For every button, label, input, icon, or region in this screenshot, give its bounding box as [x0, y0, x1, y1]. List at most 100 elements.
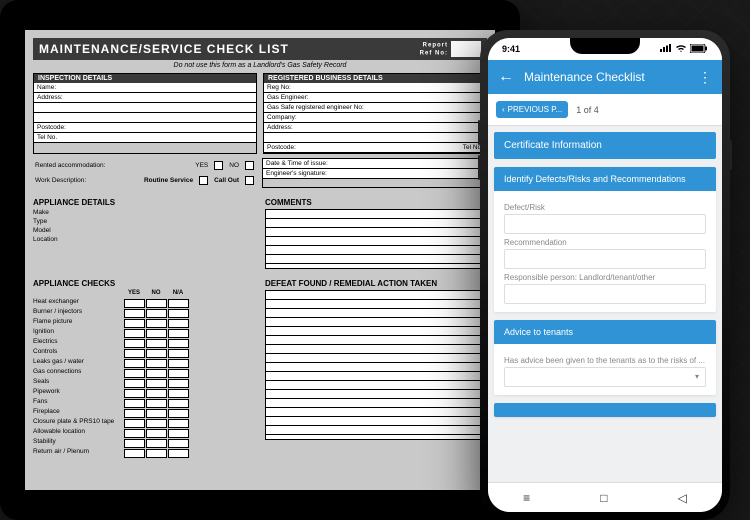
comments-area[interactable] [265, 209, 487, 269]
gas-engineer[interactable]: Gas Engineer: [264, 93, 486, 103]
check-no[interactable] [146, 359, 167, 368]
check-na[interactable] [168, 399, 189, 408]
check-no[interactable] [146, 339, 167, 348]
nav-back-icon[interactable]: ◁ [678, 491, 687, 505]
phone-notch [570, 38, 640, 54]
check-yes[interactable] [124, 399, 145, 408]
defect-risk-label: Defect/Risk [504, 203, 706, 212]
rented-row: Rented accommodation: YES NO [33, 158, 256, 173]
check-na[interactable] [168, 349, 189, 358]
inspection-details-box: INSPECTION DETAILS Name: Address: Postco… [33, 73, 257, 154]
check-na[interactable] [168, 429, 189, 438]
signal-icon [660, 44, 672, 54]
previous-page-button[interactable]: ‹ PREVIOUS P... [496, 101, 568, 118]
table-row: Burner / injectors [33, 308, 255, 318]
check-yes[interactable] [124, 299, 145, 308]
form-subtitle: Do not use this form as a Landlord's Gas… [33, 60, 487, 73]
check-yes[interactable] [124, 369, 145, 378]
inspection-address[interactable]: Address: [34, 93, 256, 103]
form-title-bar: MAINTENANCE/SERVICE CHECK LIST Report Re… [33, 38, 487, 60]
phone-content[interactable]: Certificate Information Identify Defects… [488, 126, 722, 482]
check-no[interactable] [146, 349, 167, 358]
recommendation-label: Recommendation [504, 238, 706, 247]
date-time[interactable]: Date & Time of issue: [263, 159, 486, 169]
inspection-postcode[interactable]: Postcode: [34, 123, 256, 133]
company[interactable]: Company: [264, 113, 486, 123]
rented-no-checkbox[interactable] [245, 161, 254, 170]
check-yes[interactable] [124, 339, 145, 348]
check-no[interactable] [146, 399, 167, 408]
check-yes[interactable] [124, 409, 145, 418]
phone-screen: 9:41 ← Maintenance Checklist ⋮ ‹ PREVI [488, 38, 722, 512]
recommendation-input[interactable] [504, 249, 706, 269]
phone-device: 9:41 ← Maintenance Checklist ⋮ ‹ PREVI [480, 30, 730, 520]
check-yes[interactable] [124, 439, 145, 448]
responsible-person-input[interactable] [504, 284, 706, 304]
check-yes[interactable] [124, 309, 145, 318]
callout-checkbox[interactable] [245, 176, 254, 185]
check-na[interactable] [168, 319, 189, 328]
sub-app-bar: ‹ PREVIOUS P... 1 of 4 [488, 94, 722, 126]
check-na[interactable] [168, 309, 189, 318]
advice-select[interactable] [504, 367, 706, 387]
check-yes[interactable] [124, 349, 145, 358]
registered-header: REGISTERED BUSINESS DETAILS [264, 74, 486, 83]
defeat-area[interactable] [265, 290, 487, 440]
check-na[interactable] [168, 439, 189, 448]
rented-yes-checkbox[interactable] [214, 161, 223, 170]
check-no[interactable] [146, 389, 167, 398]
check-yes[interactable] [124, 329, 145, 338]
check-yes[interactable] [124, 419, 145, 428]
check-yes[interactable] [124, 389, 145, 398]
check-no[interactable] [146, 379, 167, 388]
table-row: Controls [33, 348, 255, 358]
check-yes[interactable] [124, 319, 145, 328]
advice-header: Advice to tenants [494, 320, 716, 344]
check-yes[interactable] [124, 429, 145, 438]
check-no[interactable] [146, 329, 167, 338]
check-na[interactable] [168, 379, 189, 388]
check-no[interactable] [146, 429, 167, 438]
check-no[interactable] [146, 299, 167, 308]
routine-checkbox[interactable] [199, 176, 208, 185]
check-yes[interactable] [124, 379, 145, 388]
gas-safe-no[interactable]: Gas Safe registered engineer No: [264, 103, 486, 113]
page-counter: 1 of 4 [576, 105, 599, 115]
appliance-checks-table: YES NO N/A [33, 290, 255, 298]
defect-risk-input[interactable] [504, 214, 706, 234]
check-no[interactable] [146, 419, 167, 428]
check-na[interactable] [168, 329, 189, 338]
check-na[interactable] [168, 339, 189, 348]
chevron-left-icon: ‹ [502, 105, 505, 114]
check-no[interactable] [146, 319, 167, 328]
table-row: Heat exchanger [33, 298, 255, 308]
table-row: Seals [33, 378, 255, 388]
check-no[interactable] [146, 309, 167, 318]
check-na[interactable] [168, 389, 189, 398]
nav-home-icon[interactable]: □ [600, 491, 607, 505]
signature[interactable]: Engineer's signature: [263, 169, 486, 179]
check-no[interactable] [146, 409, 167, 418]
nav-recent-icon[interactable]: ≡ [523, 491, 530, 505]
menu-dots-icon[interactable]: ⋮ [698, 69, 712, 86]
check-na[interactable] [168, 449, 189, 458]
battery-icon [690, 44, 708, 55]
check-na[interactable] [168, 299, 189, 308]
paper-form: MAINTENANCE/SERVICE CHECK LIST Report Re… [25, 30, 495, 490]
check-na[interactable] [168, 369, 189, 378]
check-no[interactable] [146, 369, 167, 378]
reg-address[interactable]: Address: [264, 123, 486, 133]
back-icon[interactable]: ← [498, 68, 514, 86]
check-no[interactable] [146, 439, 167, 448]
advice-card: Advice to tenants Has advice been given … [494, 320, 716, 395]
check-yes[interactable] [124, 359, 145, 368]
reg-no[interactable]: Reg No: [264, 83, 486, 93]
check-na[interactable] [168, 409, 189, 418]
check-na[interactable] [168, 359, 189, 368]
defects-header: Identify Defects/Risks and Recommendatio… [494, 167, 716, 191]
check-na[interactable] [168, 419, 189, 428]
check-yes[interactable] [124, 449, 145, 458]
check-no[interactable] [146, 449, 167, 458]
inspection-tel[interactable]: Tel No. [34, 133, 256, 143]
inspection-name[interactable]: Name: [34, 83, 256, 93]
